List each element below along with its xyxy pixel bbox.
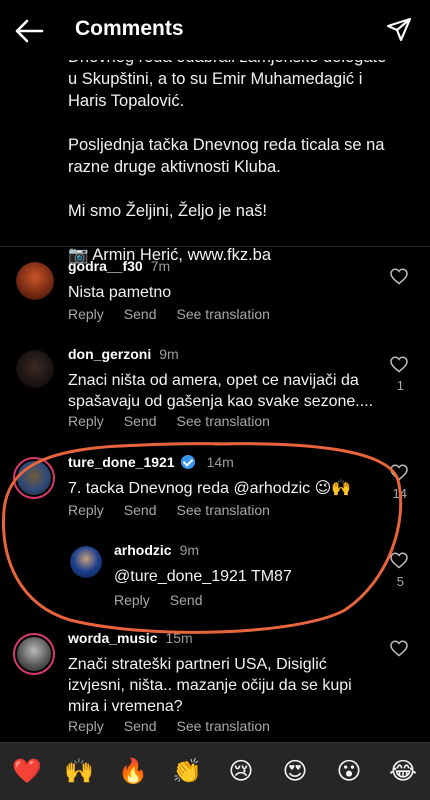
annotation-circle [2,442,403,634]
header: Comments [0,0,430,60]
emoji-fire[interactable]: 🔥 [118,756,148,786]
send-button[interactable]: Send [124,413,157,429]
comment-username[interactable]: ture_done_1921 [68,454,175,470]
emoji-red-heart[interactable]: ❤️ [12,756,42,786]
comment-text: Nista pametno [68,284,172,301]
like-count: 14 [392,486,407,501]
emoji-laughing[interactable]: 😂 [388,756,418,786]
comment-time: 7m [150,258,171,274]
send-button[interactable]: Send [124,502,157,518]
avatar[interactable] [16,350,54,388]
comment-time: 9m [179,542,200,558]
comment-meta: ture_done_1921 14m [68,454,234,470]
comment-time: 14m [206,454,234,470]
comment-username[interactable]: don_gerzoni [68,346,151,362]
see-translation-button[interactable]: See translation [177,306,270,322]
emoji-clapping[interactable]: 👏 [172,756,202,786]
comment-time: 9m [159,346,179,362]
verified-badge-icon [180,455,195,469]
arrow-left-icon[interactable] [14,18,44,44]
page-title: Comments [75,17,184,40]
see-translation-button[interactable]: See translation [177,502,270,518]
avatar[interactable] [16,262,54,300]
like-count: 5 [396,574,404,589]
emoji-crying[interactable]: 😢 [226,756,256,786]
comment-actions: Reply Send See translation [68,306,290,322]
emoji-raising-hands[interactable]: 🙌 [64,756,94,786]
post-caption: Dnevnog reda odabrali zamjenske delegate… [68,48,398,288]
comment-text: Znači strateški partneri USA, Disiglić i… [68,656,352,715]
emoji-quick-bar: ❤️ 🙌 🔥 👏 😢 😍 😮 😂 [0,742,430,800]
see-translation-button[interactable]: See translation [177,413,270,429]
reply-button[interactable]: Reply [114,592,150,608]
comment-username[interactable]: arhodzic [114,542,172,558]
comment-username[interactable]: worda_music [68,630,157,646]
comment-meta: godra__f30 7m [68,258,170,274]
avatar[interactable] [13,457,55,499]
avatar[interactable] [13,633,55,675]
emoji-heart-eyes[interactable]: 😍 [280,756,310,786]
comment-time: 15m [165,630,193,646]
caption-paragraph: Mi smo Željini, Željo je naš! [68,202,267,220]
divider [0,246,430,247]
send-button[interactable]: Send [124,718,157,734]
like-count: 1 [396,378,404,393]
comment-username[interactable]: godra__f30 [68,258,143,274]
heart-icon[interactable] [390,356,408,373]
heart-icon[interactable] [390,464,408,481]
comment-actions: Reply Send See translation [68,718,290,734]
comment-text: @ture_done_1921 TM87 [114,568,292,585]
comment-meta: arhodzic 9m [114,542,199,558]
comment-actions: Reply Send See translation [68,502,290,518]
heart-icon[interactable] [390,268,408,285]
avatar[interactable] [70,546,102,578]
comment-meta: don_gerzoni 9m [68,346,179,362]
comment-text: 7. tacka Dnevnog reda @arhodzic 😉🙌 [68,480,352,497]
reply-button[interactable]: Reply [68,718,104,734]
send-button[interactable]: Send [170,592,203,608]
reply-button[interactable]: Reply [68,413,104,429]
comment-actions: Reply Send See translation [68,413,290,429]
heart-icon[interactable] [390,552,408,569]
reply-button[interactable]: Reply [68,306,104,322]
emoji-surprised[interactable]: 😮 [334,756,364,786]
comment-text: Znaci ništa od amera, opet ce navijači d… [68,372,374,410]
comment-meta: worda_music 15m [68,630,193,646]
reply-button[interactable]: Reply [68,502,104,518]
heart-icon[interactable] [390,640,408,657]
comment-actions: Reply Send [114,592,223,608]
see-translation-button[interactable]: See translation [177,718,270,734]
send-button[interactable]: Send [124,306,157,322]
paper-plane-icon[interactable] [386,17,412,43]
caption-paragraph: Posljednja tačka Dnevnog reda ticala se … [68,136,385,176]
